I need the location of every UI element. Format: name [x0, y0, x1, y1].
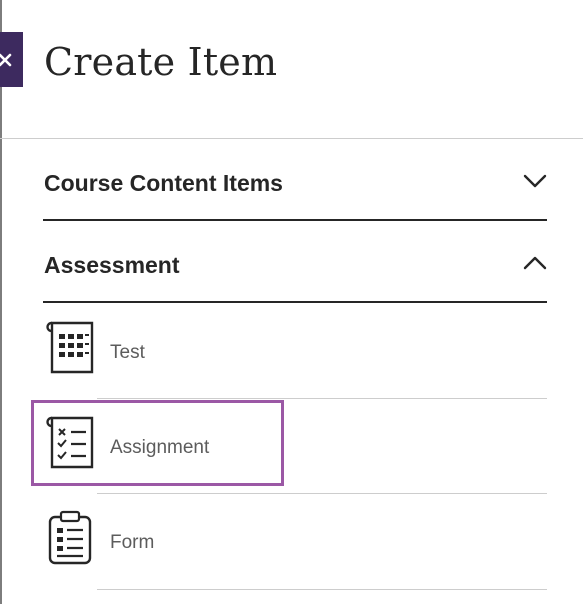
- chevron-up-icon: [523, 256, 547, 270]
- section-label: Course Content Items: [44, 170, 283, 196]
- item-test[interactable]: Test: [0, 304, 547, 399]
- section-label: Assessment: [44, 252, 180, 278]
- section-course-content-items[interactable]: Course Content Items: [43, 140, 547, 221]
- test-icon: [46, 321, 94, 374]
- item-label: Form: [110, 532, 155, 553]
- close-icon: [0, 53, 12, 66]
- close-panel-button[interactable]: [0, 32, 23, 87]
- chevron-down-icon: [523, 174, 547, 188]
- section-assessment[interactable]: Assessment: [43, 222, 547, 303]
- item-form[interactable]: Form: [0, 494, 547, 589]
- assignment-highlight-box: [31, 400, 284, 486]
- form-icon: [48, 510, 92, 565]
- item-divider: [97, 589, 547, 590]
- header-divider: [0, 138, 583, 139]
- item-label: Test: [110, 342, 145, 363]
- page-title: Create Item: [44, 40, 278, 84]
